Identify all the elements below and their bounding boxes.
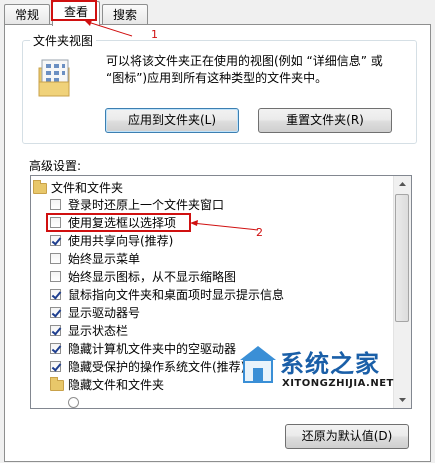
checkbox-status-bar[interactable] [50,325,61,336]
list-item-label: 使用共享向导(推荐) [68,234,174,248]
apply-to-folders-label: 应用到文件夹(L) [127,113,217,127]
checkbox-always-show-icons[interactable] [50,271,61,282]
annotation-label-2: 2 [256,226,263,239]
restore-defaults-label: 还原为默认值(D) [301,429,393,443]
list-item-label: 隐藏计算机文件夹中的空驱动器 [68,342,237,356]
checkbox-hide-empty-drives[interactable] [50,343,61,354]
checkbox-popup-description[interactable] [50,289,61,300]
reset-folders-button[interactable]: 重置文件夹(R) [258,108,392,133]
checkbox-always-show-menus[interactable] [50,253,61,264]
annotation-label-1: 1 [151,28,158,41]
list-item-label: 始终显示图标，从不显示缩略图 [68,270,237,284]
list-item-label: 登录时还原上一个文件夹窗口 [68,198,225,212]
list-item-label: 显示驱动器号 [68,306,141,320]
advanced-settings-label: 高级设置: [29,159,82,173]
checkbox-drive-letters[interactable] [50,307,61,318]
tab-general-label: 常规 [14,8,39,22]
annotation-box-checkbox [46,213,191,232]
watermark-brand: 系统之家 [280,350,380,378]
list-item-label: 隐藏受保护的操作系统文件(推荐) [68,360,246,374]
folder-views-description: 可以将该文件夹正在使用的视图(例如 “详细信息” 或 “图标”)应用到所有这种类… [106,54,383,85]
annotation-arrow-2 [190,220,259,231]
radio-button[interactable] [68,397,79,408]
watermark-house-icon [240,346,276,383]
list-item-label: 显示状态栏 [68,324,129,338]
watermark-logo: 系统之家 XITONGZHIJIA.NET [238,340,398,400]
reset-folders-label: 重置文件夹(R) [286,113,364,127]
list-item-label: 文件和文件夹 [51,181,124,195]
tab-general[interactable]: 常规 [4,4,50,25]
folder-view-icon [38,58,72,98]
checkbox-restore-windows[interactable] [50,199,61,210]
annotation-arrow-1 [84,20,133,37]
checkbox-hide-protected-files[interactable] [50,361,61,372]
folder-icon [50,377,64,391]
watermark-url: XITONGZHIJIA.NET [282,378,394,389]
checkbox-sharing-wizard[interactable] [50,235,61,246]
scrollbar-thumb[interactable] [395,194,409,322]
apply-to-folders-button[interactable]: 应用到文件夹(L) [105,108,239,133]
list-item-label: 始终显示菜单 [68,252,141,266]
list-item-label: 鼠标指向文件夹和桌面项时显示提示信息 [68,288,285,302]
restore-defaults-button[interactable]: 还原为默认值(D) [285,424,409,449]
list-item-label: 隐藏文件和文件夹 [68,378,165,392]
scroll-up-icon[interactable] [394,176,411,193]
folder-icon [33,180,47,194]
